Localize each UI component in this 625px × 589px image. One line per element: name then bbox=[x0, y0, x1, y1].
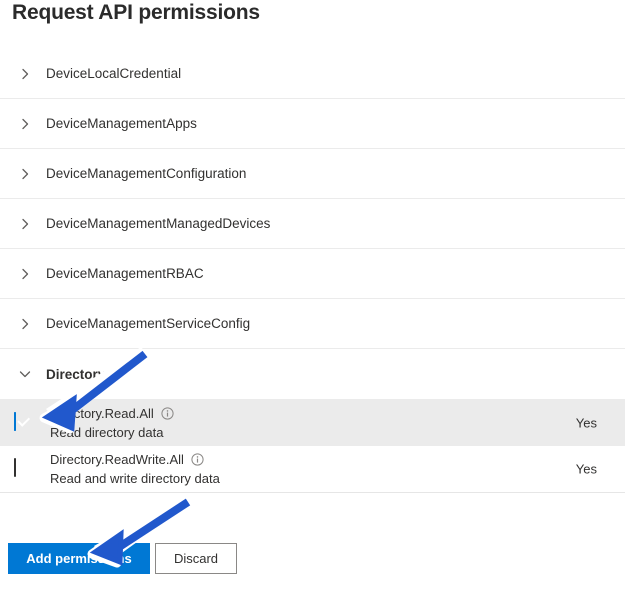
discard-button[interactable]: Discard bbox=[155, 543, 237, 574]
permission-name: Directory.Read.All bbox=[50, 405, 154, 421]
permission-description: Read directory data bbox=[50, 424, 164, 440]
permission-text: Directory.Read.All Read directory data bbox=[50, 406, 174, 440]
permission-group-row[interactable]: DeviceManagementServiceConfig bbox=[0, 299, 625, 349]
chevron-right-icon[interactable] bbox=[18, 217, 32, 231]
admin-consent-value: Yes bbox=[575, 415, 597, 430]
permission-group-label: DeviceManagementApps bbox=[46, 116, 197, 131]
chevron-right-icon[interactable] bbox=[18, 67, 32, 81]
permission-row[interactable]: Directory.ReadWrite.All Read and write di… bbox=[0, 446, 625, 493]
chevron-right-icon[interactable] bbox=[18, 267, 32, 281]
permission-group-label: DeviceManagementRBAC bbox=[46, 266, 204, 281]
permission-description: Read and write directory data bbox=[50, 471, 220, 486]
admin-consent-value: Yes bbox=[575, 461, 597, 477]
info-icon[interactable] bbox=[191, 453, 204, 466]
permission-group-row[interactable]: DeviceLocalCredential bbox=[0, 49, 625, 99]
permission-name-line: Directory.Read.All bbox=[50, 406, 174, 421]
chevron-down-icon[interactable] bbox=[18, 367, 32, 381]
permission-group-label: DeviceManagementConfiguration bbox=[46, 166, 247, 181]
checkmark-icon[interactable] bbox=[14, 411, 16, 431]
footer-action-bar: Add permissions Discard bbox=[0, 543, 625, 575]
permission-row[interactable]: Directory.Read.All Read directory data Yes bbox=[0, 399, 625, 446]
permission-group-label: Directory bbox=[46, 366, 106, 382]
checkbox-empty-icon[interactable] bbox=[14, 458, 16, 477]
permission-list: DeviceLocalCredential DeviceManagementApp… bbox=[0, 49, 625, 493]
page-title: Request API permissions bbox=[12, 1, 260, 24]
permission-group-row[interactable]: DeviceManagementManagedDevices bbox=[0, 199, 625, 249]
permission-name-line: Directory.ReadWrite.All bbox=[50, 452, 220, 467]
permission-group-row[interactable]: DeviceManagementRBAC bbox=[0, 249, 625, 299]
chevron-right-icon[interactable] bbox=[18, 167, 32, 181]
permission-checkbox[interactable] bbox=[14, 458, 34, 479]
permission-group-label: DeviceLocalCredential bbox=[46, 66, 182, 81]
add-permissions-button[interactable]: Add permissions bbox=[8, 543, 150, 574]
permission-group-row[interactable]: DeviceManagementApps bbox=[0, 99, 625, 149]
chevron-right-icon[interactable] bbox=[18, 317, 32, 331]
permission-group-label: DeviceManagementServiceConfig bbox=[46, 316, 251, 331]
chevron-right-icon[interactable] bbox=[18, 117, 32, 131]
permission-group-row[interactable]: Directory bbox=[0, 349, 625, 399]
permission-group-label: DeviceManagementManagedDevices bbox=[46, 216, 271, 231]
permission-text: Directory.ReadWrite.All Read and write di… bbox=[50, 452, 220, 486]
permission-name: Directory.ReadWrite.All bbox=[50, 452, 184, 467]
permission-group-row[interactable]: DeviceManagementConfiguration bbox=[0, 149, 625, 199]
permission-checkbox[interactable] bbox=[14, 411, 34, 433]
info-icon[interactable] bbox=[161, 406, 174, 420]
